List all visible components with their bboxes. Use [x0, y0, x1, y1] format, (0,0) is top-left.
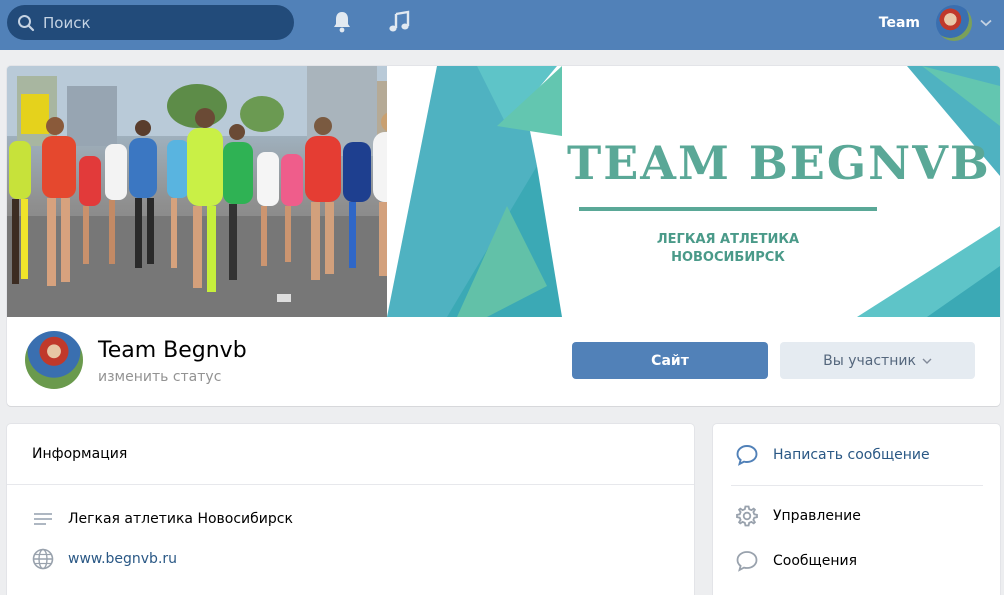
globe-icon — [32, 548, 54, 570]
divider — [731, 485, 983, 486]
write-message-label: Написать сообщение — [773, 447, 930, 463]
info-description: Легкая атлетика Новосибирск — [68, 511, 293, 527]
manage-button[interactable]: Управление — [735, 504, 861, 528]
user-menu[interactable]: Team — [879, 5, 992, 41]
write-message-button[interactable]: Написать сообщение — [735, 443, 930, 467]
member-button[interactable]: Вы участник — [780, 342, 975, 379]
top-header: Team — [0, 0, 1004, 50]
messages-button[interactable]: Сообщения — [735, 549, 857, 573]
group-cover-card: TEAM BEGNVB ЛЕГКАЯ АТЛЕТИКА НОВОСИБИРСК … — [7, 66, 1000, 406]
website-link[interactable]: www.begnvb.ru — [68, 551, 177, 567]
info-card: Информация Легкая атлетика Новосибирск w… — [7, 424, 694, 595]
banner-subtitle-line1: ЛЕГКАЯ АТЛЕТИКА — [656, 232, 800, 247]
user-name: Team — [878, 15, 920, 31]
messages-label: Сообщения — [773, 553, 858, 569]
banner-decoration — [387, 66, 1000, 317]
cover-banner: TEAM BEGNVB ЛЕГКАЯ АТЛЕТИКА НОВОСИБИРСК — [387, 66, 1000, 317]
manage-label: Управление — [773, 508, 861, 524]
notifications-bell-icon[interactable] — [330, 10, 354, 34]
info-description-row: Легкая атлетика Новосибирск — [32, 510, 293, 528]
search-input[interactable] — [43, 13, 283, 32]
cover-image: TEAM BEGNVB ЛЕГКАЯ АТЛЕТИКА НОВОСИБИРСК — [7, 66, 1000, 317]
member-button-label: Вы участник — [823, 352, 916, 369]
user-avatar — [936, 5, 972, 41]
search-icon — [18, 14, 35, 31]
banner-subtitle-line2: НОВОСИБИРСК — [671, 250, 785, 265]
info-website-row: www.begnvb.ru — [32, 548, 177, 570]
search-box[interactable] — [7, 5, 294, 40]
chevron-down-icon — [980, 19, 992, 27]
banner-subtitle: ЛЕГКАЯ АТЛЕТИКА НОВОСИБИРСК — [579, 231, 877, 267]
group-name: Team Begnvb — [98, 338, 247, 363]
site-button[interactable]: Сайт — [572, 342, 768, 379]
banner-divider — [579, 207, 877, 211]
gear-icon — [736, 505, 758, 527]
text-lines-icon — [34, 513, 52, 525]
divider — [7, 484, 694, 485]
actions-card: Написать сообщение Управление Сообщения — [713, 424, 1000, 595]
message-bubble-icon — [736, 445, 758, 466]
status-link[interactable]: изменить статус — [98, 369, 221, 385]
music-note-icon[interactable] — [387, 10, 411, 34]
group-avatar[interactable] — [25, 331, 83, 389]
chevron-down-icon — [922, 358, 932, 364]
info-title: Информация — [32, 446, 128, 462]
message-bubble-icon — [736, 551, 758, 572]
banner-title: TEAM BEGNVB — [567, 136, 991, 190]
